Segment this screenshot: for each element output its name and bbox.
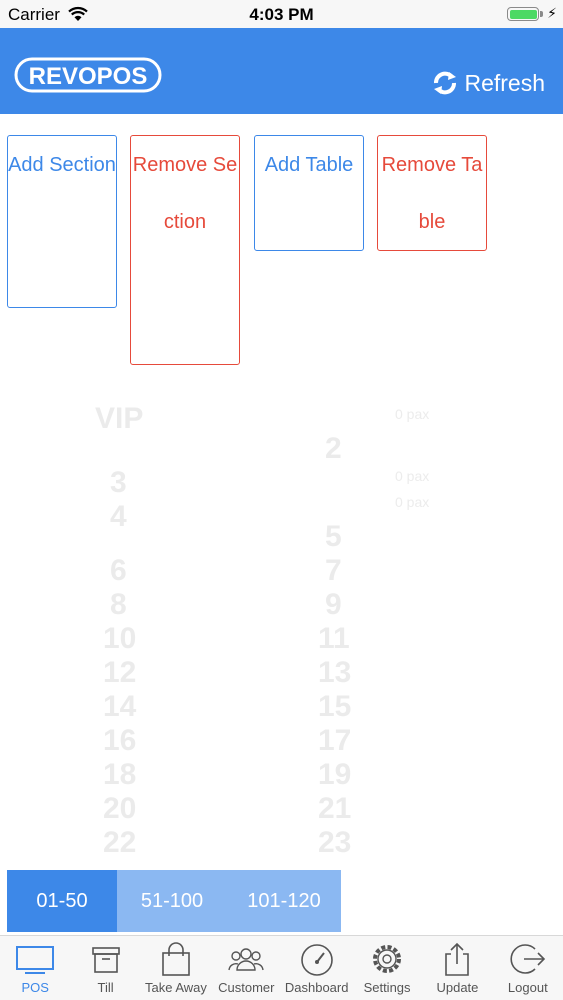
table-number[interactable]: 7 [325, 554, 342, 588]
table-number[interactable]: 9 [325, 588, 342, 622]
table-number[interactable]: 8 [110, 588, 127, 622]
tab-logout[interactable]: Logout [493, 936, 563, 1000]
table-number[interactable]: 13 [318, 656, 351, 690]
table-number[interactable]: 19 [318, 758, 351, 792]
revopos-logo: REVOPOS [14, 57, 162, 93]
table-number[interactable]: 12 [103, 656, 136, 690]
range-tab-101-120[interactable]: 101-120 [227, 870, 341, 932]
table-number[interactable]: 6 [110, 554, 127, 588]
tab-dashboard[interactable]: Dashboard [282, 936, 352, 1000]
gear-icon [373, 945, 402, 973]
tab-label: Logout [507, 980, 548, 995]
app-header: REVOPOS Refresh [0, 28, 563, 114]
refresh-icon [434, 71, 457, 95]
remove-section-button[interactable]: Remove Section [130, 135, 240, 365]
add-table-label: Add Table [264, 154, 354, 176]
remove-table-button[interactable]: Remove Table [377, 135, 487, 251]
tab-label: Take Away [144, 980, 207, 995]
table-number[interactable]: 4 [110, 500, 127, 534]
table-number[interactable]: 21 [318, 792, 351, 826]
tab-label: Dashboard [284, 980, 349, 995]
table-number[interactable]: 18 [103, 758, 136, 792]
battery-tip [540, 11, 543, 17]
charging-icon: ⚡ [547, 5, 557, 21]
tab-label: Till [97, 980, 114, 995]
clock: 4:03 PM [249, 5, 314, 24]
logout-icon [510, 944, 545, 974]
svg-text:REVOPOS: REVOPOS [29, 63, 148, 90]
range-tab-1-50[interactable]: 01-50 [7, 870, 117, 932]
pax-note: 0 pax [395, 406, 430, 422]
tab-take-away[interactable]: Take Away [141, 936, 211, 1000]
tab-customer[interactable]: Customer [211, 936, 281, 1000]
customers-icon [228, 948, 265, 971]
remove-section-label: Remove Section [132, 154, 238, 233]
tab-pos[interactable]: POS [0, 936, 70, 1000]
table-number[interactable]: 15 [318, 690, 351, 724]
shopping-bag-icon [162, 942, 190, 976]
battery-icon [507, 7, 539, 21]
table-number[interactable]: 2 [325, 432, 342, 466]
refresh-label: Refresh [464, 69, 545, 96]
table-number[interactable]: 11 [318, 622, 350, 656]
table-number[interactable]: 10 [103, 622, 136, 656]
range-tab-51-100[interactable]: 51-100 [117, 870, 227, 932]
table-number[interactable]: 20 [103, 792, 136, 826]
tab-label: POS [21, 980, 49, 995]
pax-note: 0 pax [395, 494, 430, 510]
table-number[interactable]: 14 [103, 690, 136, 724]
tab-settings[interactable]: Settings [352, 936, 422, 1000]
tab-label: Update [436, 980, 479, 995]
table-number[interactable]: 16 [103, 724, 136, 758]
add-section-label: Add Section [8, 154, 116, 176]
add-table-button[interactable]: Add Table [254, 135, 364, 251]
bottom-tab-bar: POS Till Take Away Customer Dashboard Se… [0, 935, 563, 1000]
speedometer-icon [300, 944, 333, 976]
monitor-icon [16, 946, 55, 974]
share-upload-icon [445, 942, 470, 976]
status-bar: Carrier 4:03 PM ⚡ [0, 0, 563, 28]
tab-update[interactable]: Update [422, 936, 492, 1000]
table-number[interactable]: 17 [318, 724, 351, 758]
tab-till[interactable]: Till [70, 936, 140, 1000]
table-number[interactable]: 23 [318, 826, 351, 860]
remove-table-label: Remove Table [381, 154, 483, 233]
add-section-button[interactable]: Add Section [7, 135, 117, 308]
tab-label: Customer [218, 980, 275, 995]
table-number[interactable]: 3 [110, 466, 127, 500]
table-number[interactable]: 22 [103, 826, 136, 860]
section-label: VIP [95, 402, 144, 435]
table-range-tabs: 01-50 51-100 101-120 [7, 870, 341, 932]
tab-label: Settings [363, 980, 411, 995]
till-box-icon [91, 947, 120, 973]
refresh-button[interactable]: Refresh [430, 68, 545, 98]
table-number[interactable]: 5 [325, 520, 342, 554]
pax-note: 0 pax [395, 468, 430, 484]
